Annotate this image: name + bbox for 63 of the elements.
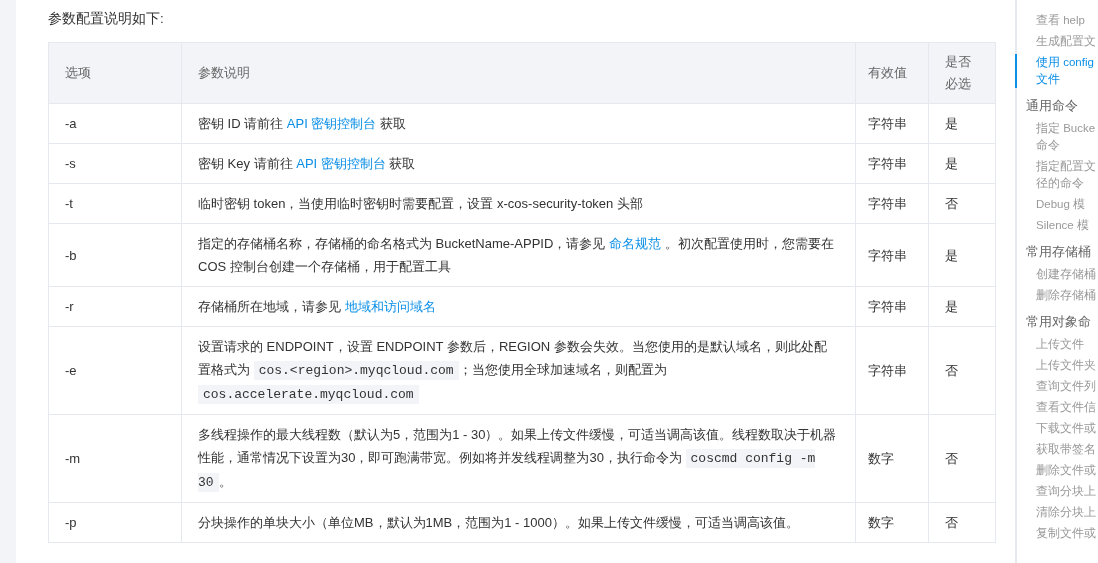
option-cell: -m [48, 414, 182, 503]
required-cell: 否 [928, 502, 996, 543]
toc-item[interactable]: 查看文件信 [1015, 399, 1098, 416]
description-text: 指定的存储桶名称，存储桶的命名格式为 BucketName-APPID，请参见 命名规范 。初次配置使用时，您需要在 COS 控制台创建一个存储桶，用于配置工具 [198, 235, 835, 276]
toc-item[interactable]: 上传文件夹 [1015, 357, 1098, 374]
toc-item[interactable]: 查询文件列 [1015, 378, 1098, 395]
toc-heading[interactable]: 通用命令 [1017, 92, 1098, 116]
required-cell: 是 [928, 286, 996, 327]
required-cell: 否 [928, 326, 996, 415]
description-text: 临时密钥 token，当使用临时密钥时需要配置，设置 x-cos-security-token 头部 [198, 195, 644, 213]
valid-value-cell: 字符串 [855, 286, 929, 327]
option-cell: -e [48, 326, 182, 415]
valid-value-cell: 数字 [855, 502, 929, 543]
description-text: 密钥 Key 请前往 API 密钥控制台 获取 [198, 155, 417, 173]
description-text: 分块操作的单块大小（单位MB，默认为1MB，范围为1 - 1000）。如果上传文件缓慢，可适当调高该值。 [198, 514, 800, 532]
required-cell: 是 [928, 103, 996, 144]
toc-item[interactable]: 生成配置文 [1015, 33, 1098, 50]
option-cell: -r [48, 286, 182, 327]
toc-item[interactable]: 删除存储桶 [1015, 287, 1098, 304]
toc-item[interactable]: 查看 help [1015, 12, 1098, 29]
valid-value-cell: 字符串 [855, 143, 929, 184]
toc-item[interactable]: 清除分块上 [1015, 504, 1098, 521]
column-header: 选项 [48, 42, 182, 104]
description-text: 存储桶所在地域，请参见 地域和访问域名 [198, 298, 437, 316]
link[interactable]: API 密钥控制台 [296, 156, 386, 171]
toc-item[interactable]: 下载文件或 [1015, 420, 1098, 437]
required-cell: 是 [928, 143, 996, 184]
option-cell: -s [48, 143, 182, 184]
valid-value-cell: 字符串 [855, 326, 929, 415]
link[interactable]: 命名规范 [609, 236, 661, 251]
column-header: 是否必选 [928, 42, 996, 104]
valid-value-cell: 字符串 [855, 103, 929, 144]
toc-item[interactable]: 上传文件 [1015, 336, 1098, 353]
description-text: 多线程操作的最大线程数（默认为5，范围为1 - 30）。如果上传文件缓慢，可适当调高该值。线程数取决于机器性能，通常情况下设置为30，即可跑满带宽。例如将并发线程调整为30，执行命令为 coscmd config -m 30 。 [198, 426, 838, 494]
description-text: 设置请求的 ENDPOINT，设置 ENDPOINT 参数后，REGION 参数会失效。当您使用的是默认域名，则此处配置格式为 cos.<region>.myqcloud.com ；当您使用全球加速域名，则配置为 cos.accelerate.myqcloud.com [198, 338, 828, 406]
link[interactable]: API 密钥控制台 [286, 116, 377, 131]
link[interactable]: 地域和访问域名 [344, 299, 436, 314]
toc-item[interactable]: 创建存储桶 [1015, 266, 1098, 283]
option-cell: -b [48, 223, 182, 287]
column-header: 参数说明 [181, 42, 856, 104]
column-header: 有效值 [855, 42, 929, 104]
toc-item[interactable]: Debug 模 [1015, 196, 1098, 213]
toc-item[interactable]: 查询分块上 [1015, 483, 1098, 500]
required-cell: 否 [928, 414, 996, 503]
toc-heading[interactable]: 常用对象命 [1017, 308, 1098, 332]
toc-heading[interactable]: 常用存储桶 [1017, 238, 1098, 262]
toc-item[interactable]: 复制文件或 [1015, 525, 1098, 542]
toc-item[interactable]: 指定配置文 径的命令 [1015, 158, 1098, 192]
option-cell: -t [48, 183, 182, 224]
toc-item[interactable]: 使用 config 文件 [1015, 54, 1098, 88]
required-cell: 否 [928, 183, 996, 224]
option-cell: -a [48, 103, 182, 144]
required-cell: 是 [928, 223, 996, 287]
toc-item[interactable]: 指定 Bucke 命令 [1015, 120, 1098, 154]
toc-item[interactable]: 删除文件或 [1015, 462, 1098, 479]
valid-value-cell: 字符串 [855, 183, 929, 224]
intro-text: 参数配置说明如下: [48, 10, 165, 28]
toc-item[interactable]: Silence 模 [1015, 217, 1098, 234]
description-text: 密钥 ID 请前往 API 密钥控制台 获取 [198, 115, 408, 133]
valid-value-cell: 字符串 [855, 223, 929, 287]
valid-value-cell: 数字 [855, 414, 929, 503]
toc-item[interactable]: 获取带签名 [1015, 441, 1098, 458]
option-cell: -p [48, 502, 182, 543]
